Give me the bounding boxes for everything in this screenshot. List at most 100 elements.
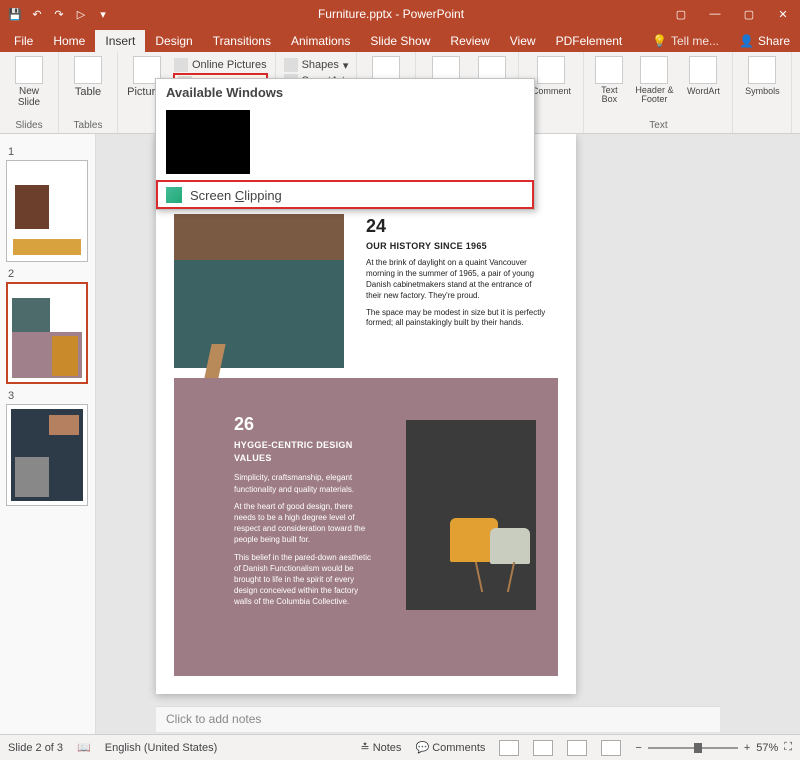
screen-clipping-icon <box>166 187 182 203</box>
sofa-image <box>174 214 344 368</box>
new-slide-icon <box>15 56 43 84</box>
values-p2: At the heart of good design, there needs… <box>234 501 374 546</box>
spellcheck-icon[interactable]: 📖 <box>77 741 91 754</box>
wordart-button[interactable]: WordArt <box>682 56 724 96</box>
share-label: Share <box>758 34 790 48</box>
table-button[interactable]: Table <box>67 56 109 98</box>
tell-me[interactable]: 💡 Tell me... <box>642 30 729 52</box>
ribbon-tabs: File Home Insert Design Transitions Anim… <box>0 28 800 52</box>
zoom-value[interactable]: 57% <box>756 742 778 754</box>
group-label-slides: Slides <box>8 120 50 131</box>
values-heading: HYGGE-CENTRIC DESIGN VALUES <box>234 439 374 464</box>
normal-view-button[interactable] <box>499 740 519 756</box>
wordart-label: WordArt <box>687 86 720 96</box>
zoom-slider-thumb[interactable] <box>694 743 702 753</box>
close-button[interactable]: ✕ <box>766 0 800 28</box>
textbox-button[interactable]: Text Box <box>592 56 626 105</box>
tab-home[interactable]: Home <box>43 30 95 52</box>
wordart-icon <box>689 56 717 84</box>
ribbon-options-icon[interactable]: ▢ <box>664 0 698 28</box>
history-p1: At the brink of daylight on a quaint Van… <box>366 258 546 301</box>
thumb-number-2: 2 <box>8 268 89 280</box>
tab-insert[interactable]: Insert <box>95 30 145 52</box>
undo-icon[interactable]: ↶ <box>28 5 46 23</box>
maximize-button[interactable]: ▢ <box>732 0 766 28</box>
zoom-out-button[interactable]: − <box>635 742 641 754</box>
available-window-thumb[interactable] <box>166 110 250 174</box>
redo-icon[interactable]: ↷ <box>50 5 68 23</box>
header-footer-icon <box>640 56 668 84</box>
tab-review[interactable]: Review <box>440 30 499 52</box>
reading-view-button[interactable] <box>567 740 587 756</box>
zoom-controls: − + 57% ⛶ <box>635 741 792 754</box>
group-tables: Table Tables <box>59 52 118 133</box>
symbols-button[interactable]: Symbols <box>741 56 783 96</box>
online-pictures-icon <box>174 58 188 72</box>
share-icon: 👤 <box>739 34 754 48</box>
save-icon[interactable]: 💾 <box>6 5 24 23</box>
qat-more-icon[interactable]: ▾ <box>94 5 112 23</box>
screen-clipping-item[interactable]: Screen Clipping <box>156 180 534 209</box>
sorter-view-button[interactable] <box>533 740 553 756</box>
slide-editor[interactable]: Table of Contents 24 OUR HISTORY SINCE 1… <box>96 134 800 734</box>
new-slide-button[interactable]: New Slide <box>8 56 50 108</box>
comment-icon <box>537 56 565 84</box>
symbols-icon <box>748 56 776 84</box>
values-text: 26 HYGGE-CENTRIC DESIGN VALUES Simplicit… <box>234 412 374 613</box>
notes-pane[interactable]: Click to add notes <box>156 706 720 732</box>
tab-view[interactable]: View <box>500 30 546 52</box>
slide-thumbnail-2[interactable] <box>6 282 88 384</box>
values-p1: Simplicity, craftsmanship, elegant funct… <box>234 472 374 494</box>
tab-slideshow[interactable]: Slide Show <box>360 30 440 52</box>
slide-canvas[interactable]: Table of Contents 24 OUR HISTORY SINCE 1… <box>156 134 576 694</box>
shapes-label: Shapes <box>302 59 339 71</box>
tab-transitions[interactable]: Transitions <box>203 30 281 52</box>
tell-me-label: Tell me... <box>671 34 719 48</box>
tab-design[interactable]: Design <box>145 30 202 52</box>
slideshow-view-button[interactable] <box>601 740 621 756</box>
share-button[interactable]: 👤 Share <box>729 30 800 52</box>
quick-access-toolbar: 💾 ↶ ↷ ▷ ▾ <box>0 5 118 23</box>
values-p3: This belief in the pared-down aesthetic … <box>234 552 374 608</box>
values-block: 26 HYGGE-CENTRIC DESIGN VALUES Simplicit… <box>174 378 558 676</box>
minimize-button[interactable]: — <box>698 0 732 28</box>
zoom-in-button[interactable]: + <box>744 742 750 754</box>
group-label-text: Text <box>592 120 724 131</box>
comments-toggle[interactable]: 💬 Comments <box>415 741 485 754</box>
group-symbols: Symbols <box>733 52 792 133</box>
tab-pdfelement[interactable]: PDFelement <box>546 30 633 52</box>
comment-label: Comment <box>532 86 571 96</box>
document-title: Furniture.pptx - PowerPoint <box>118 7 664 21</box>
table-icon <box>74 56 102 84</box>
zoom-slider[interactable] <box>648 747 738 749</box>
ribbon: New Slide Slides Table Tables Pictures O… <box>0 52 800 134</box>
values-number: 26 <box>234 412 374 437</box>
group-media: Media <box>792 52 800 133</box>
history-p2: The space may be modest in size but it i… <box>366 308 546 330</box>
history-heading: OUR HISTORY SINCE 1965 <box>366 240 546 252</box>
slideshow-icon[interactable]: ▷ <box>72 5 90 23</box>
online-pictures-button[interactable]: Online Pictures <box>174 58 267 72</box>
tab-animations[interactable]: Animations <box>281 30 360 52</box>
status-slide: Slide 2 of 3 <box>8 742 63 754</box>
group-label-tables: Tables <box>67 120 109 131</box>
textbox-label: Text Box <box>592 86 626 105</box>
bulb-icon: 💡 <box>652 34 667 48</box>
shapes-button[interactable]: Shapes▾ <box>284 58 349 72</box>
fit-to-window-button[interactable]: ⛶ <box>784 741 792 754</box>
screen-clipping-label: Screen Clipping <box>190 188 282 203</box>
new-slide-label: New Slide <box>8 86 50 108</box>
beige-chair-shape <box>490 528 530 564</box>
tab-file[interactable]: File <box>4 30 43 52</box>
screenshot-thumbnails <box>156 106 534 180</box>
status-bar: Slide 2 of 3 📖 English (United States) ≛… <box>0 734 800 760</box>
shapes-icon <box>284 58 298 72</box>
slide-thumbnail-1[interactable] <box>6 160 88 262</box>
history-number: 24 <box>366 214 546 238</box>
notes-toggle[interactable]: ≛ Notes <box>360 741 401 754</box>
thumb-number-3: 3 <box>8 390 89 402</box>
group-slides: New Slide Slides <box>0 52 59 133</box>
slide-thumbnail-3[interactable] <box>6 404 88 506</box>
header-footer-button[interactable]: Header & Footer <box>632 56 676 105</box>
status-language[interactable]: English (United States) <box>105 742 218 754</box>
